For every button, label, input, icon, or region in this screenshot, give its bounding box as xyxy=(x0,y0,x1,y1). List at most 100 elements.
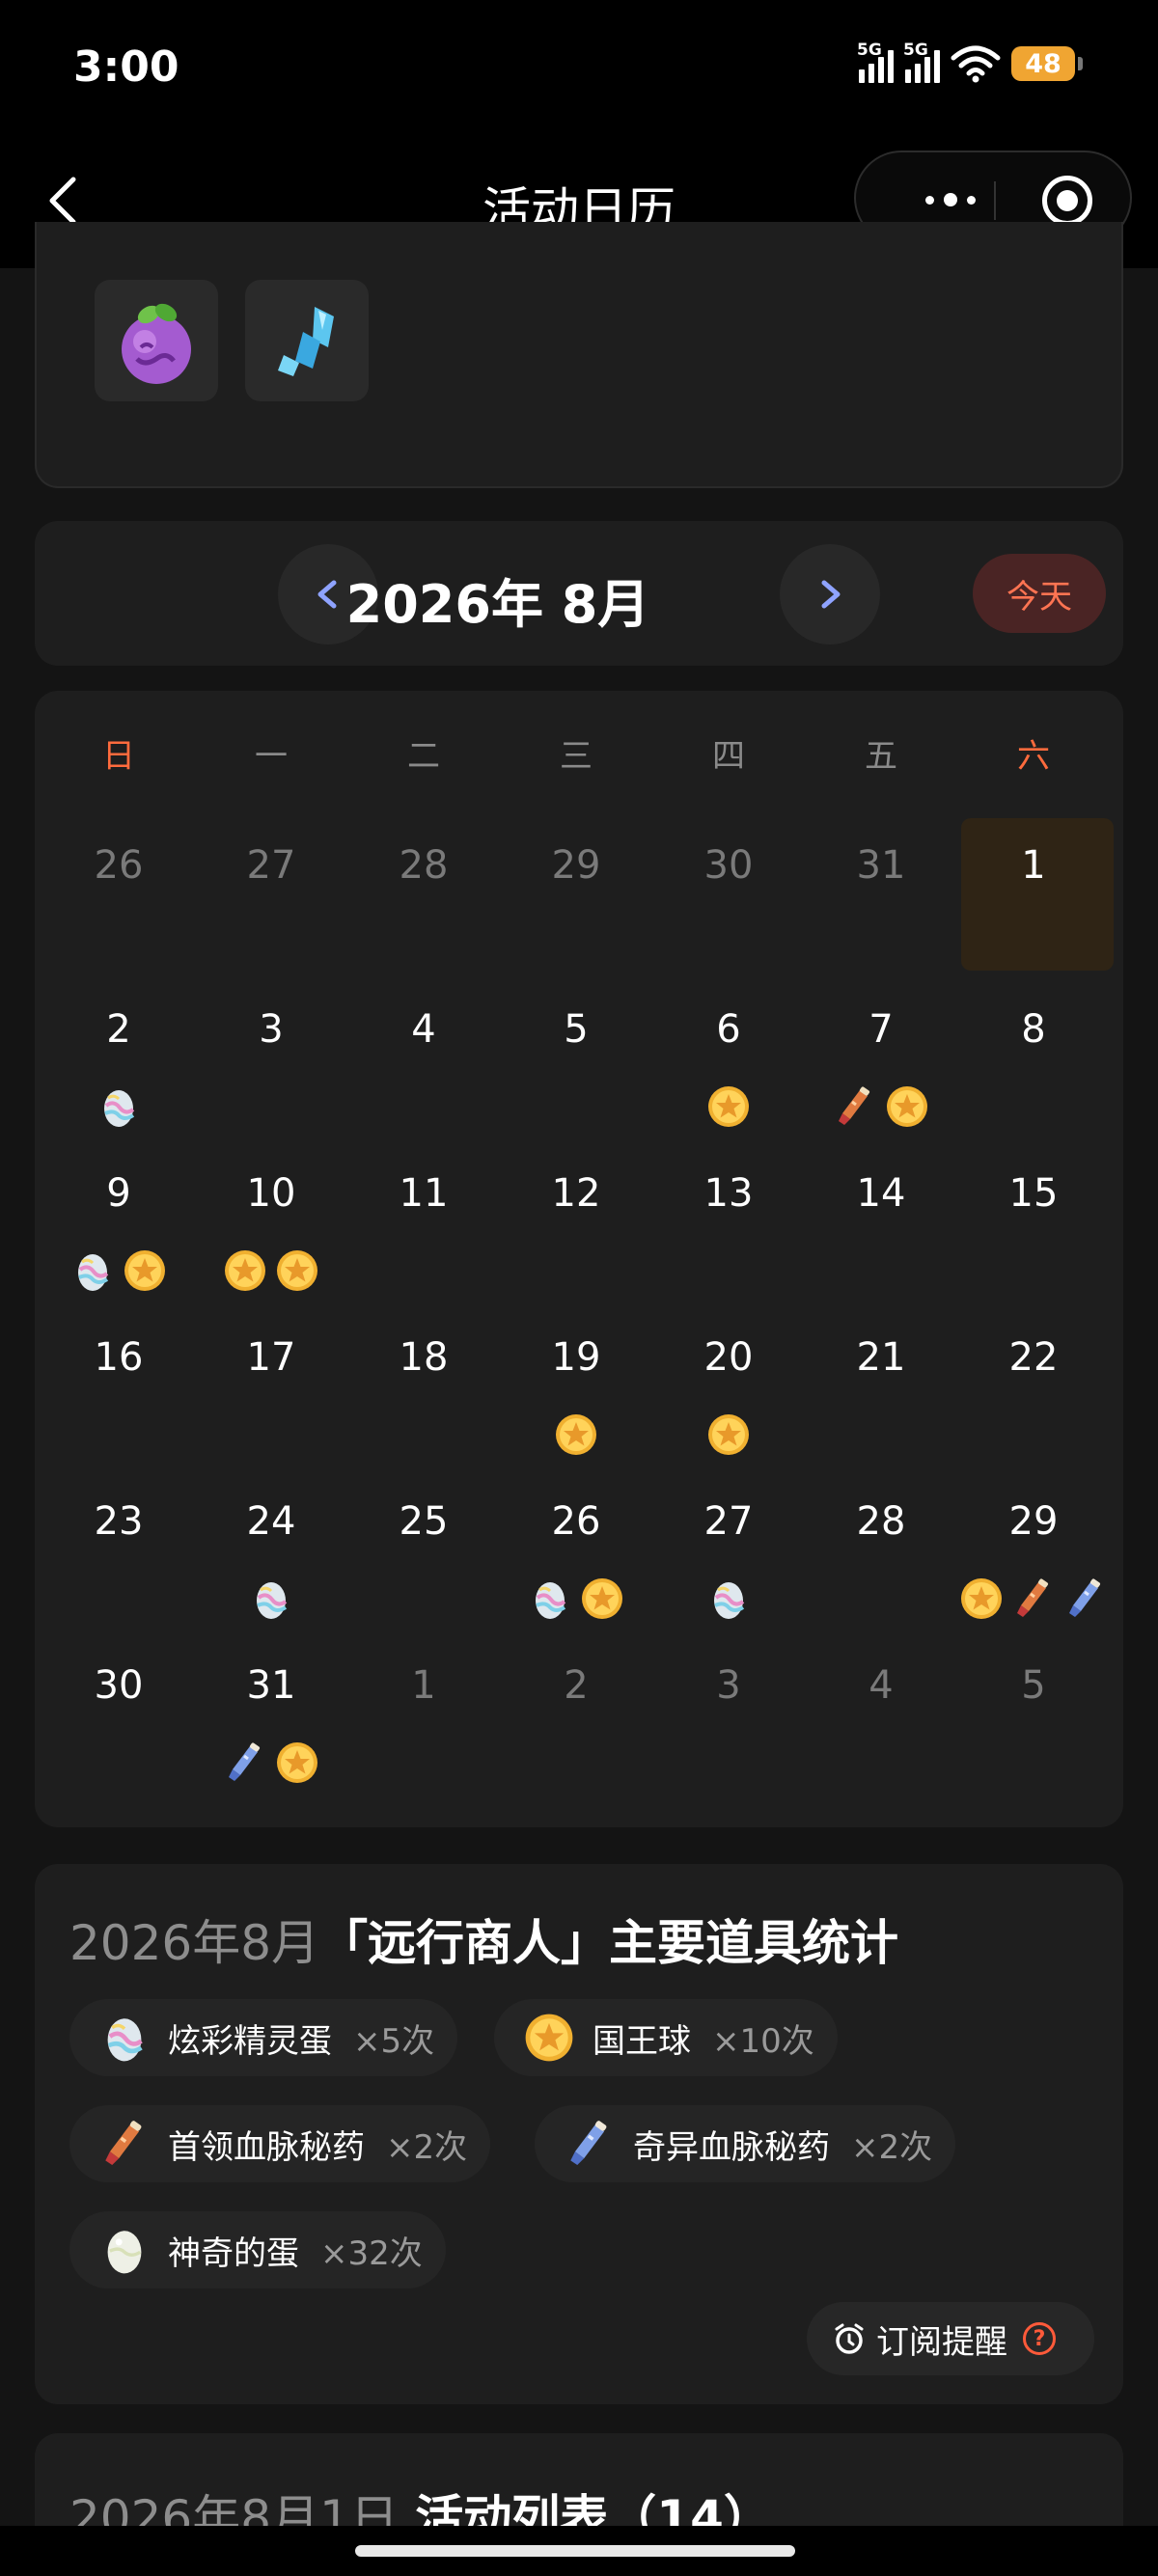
calendar-day[interactable]: 31 xyxy=(195,1634,347,1798)
king-ball-icon xyxy=(552,1411,600,1459)
calendar-day[interactable]: 17 xyxy=(195,1306,347,1470)
calendar-day[interactable]: 25 xyxy=(347,1470,500,1634)
stats-item[interactable]: 国王球 ×10次 xyxy=(494,1999,838,2076)
status-time: 3:00 xyxy=(73,42,179,92)
calendar-day[interactable]: 15 xyxy=(957,1142,1110,1306)
calendar-day[interactable]: 3 xyxy=(195,978,347,1142)
calendar-day[interactable]: 29 xyxy=(957,1470,1110,1634)
king-ball-icon xyxy=(273,1739,321,1787)
calendar-day[interactable]: 9 xyxy=(42,1142,195,1306)
stats-item[interactable]: 首领血脉秘药 ×2次 xyxy=(69,2105,491,2182)
calendar-day[interactable]: 1 xyxy=(957,814,1114,978)
calendar-day[interactable]: 31 xyxy=(805,814,957,978)
rainbow-egg-icon xyxy=(704,1575,753,1623)
weekday-header: 六 xyxy=(1017,737,1050,776)
calendar-day[interactable]: 14 xyxy=(805,1142,957,1306)
day-number: 18 xyxy=(399,1335,449,1380)
stats-title-main: 「远行商人」主要道具统计 xyxy=(319,1915,899,1971)
network-type-label: 5G xyxy=(857,41,882,60)
stats-item-name: 首领血脉秘药 xyxy=(168,2127,365,2167)
day-number: 3 xyxy=(716,1663,741,1708)
day-number: 23 xyxy=(94,1499,144,1544)
calendar-day[interactable]: 18 xyxy=(347,1306,500,1470)
day-item-icons xyxy=(195,1247,347,1295)
calendar-day[interactable]: 4 xyxy=(347,978,500,1142)
calendar-day[interactable]: 27 xyxy=(652,1470,805,1634)
king-ball-icon xyxy=(704,1082,753,1131)
item-tile[interactable] xyxy=(245,280,369,401)
calendar-day[interactable]: 1 xyxy=(347,1634,500,1798)
calendar-day[interactable]: 2 xyxy=(500,1634,652,1798)
more-dots-icon[interactable] xyxy=(893,176,1008,224)
calendar-day[interactable]: 27 xyxy=(195,814,347,978)
king-ball-icon xyxy=(121,1247,169,1295)
month-title: 2026年 8月 xyxy=(345,574,650,635)
day-number: 3 xyxy=(259,1007,284,1052)
day-number: 28 xyxy=(856,1499,906,1544)
calendar-day[interactable]: 30 xyxy=(652,814,805,978)
calendar-day[interactable]: 29 xyxy=(500,814,652,978)
network-type-label: 5G xyxy=(903,41,928,60)
leader-potion-icon xyxy=(831,1082,879,1131)
calendar-day[interactable]: 16 xyxy=(42,1306,195,1470)
calendar-day[interactable]: 26 xyxy=(42,814,195,978)
item-tile[interactable] xyxy=(95,280,218,401)
signal-icon: 5G xyxy=(857,41,894,83)
stats-item-name: 神奇的蛋 xyxy=(168,2233,299,2273)
day-item-icons xyxy=(805,1082,957,1131)
day-number: 2 xyxy=(564,1663,589,1708)
calendar-day[interactable]: 19 xyxy=(500,1306,652,1470)
stats-item-name: 奇异血脉秘药 xyxy=(633,2127,830,2167)
today-button[interactable]: 今天 xyxy=(973,554,1106,633)
calendar-day[interactable]: 6 xyxy=(652,978,805,1142)
calendar-day[interactable]: 21 xyxy=(805,1306,957,1470)
calendar-day[interactable]: 26 xyxy=(500,1470,652,1634)
calendar-day[interactable]: 5 xyxy=(957,1634,1110,1798)
target-icon[interactable] xyxy=(1042,176,1092,226)
next-month-button[interactable] xyxy=(780,544,880,644)
day-number: 25 xyxy=(399,1499,449,1544)
home-indicator[interactable] xyxy=(355,2545,795,2557)
calendar-day[interactable]: 23 xyxy=(42,1470,195,1634)
day-item-icons xyxy=(652,1082,805,1131)
reward-card xyxy=(35,222,1123,488)
calendar-day[interactable]: 4 xyxy=(805,1634,957,1798)
stats-item-count: ×32次 xyxy=(320,2233,423,2273)
day-number: 8 xyxy=(1021,1007,1046,1052)
day-item-icons xyxy=(42,1082,195,1131)
strange-potion-icon xyxy=(1062,1575,1110,1623)
calendar-day[interactable]: 12 xyxy=(500,1142,652,1306)
calendar-grid: 日一二三四五六 26 27 28 29 30 31 1 2 3 4 5 6 7 8 9 10 11 12 13 14 15… xyxy=(35,691,1123,1827)
calendar-day[interactable]: 3 xyxy=(652,1634,805,1798)
calendar-day[interactable]: 2 xyxy=(42,978,195,1142)
calendar-day[interactable]: 28 xyxy=(347,814,500,978)
stats-item-count: ×2次 xyxy=(851,2127,933,2167)
calendar-day[interactable]: 30 xyxy=(42,1634,195,1798)
calendar-day[interactable]: 22 xyxy=(957,1306,1110,1470)
day-number: 28 xyxy=(399,843,449,888)
day-number: 15 xyxy=(1008,1171,1059,1216)
stats-item-name: 国王球 xyxy=(593,2021,691,2061)
weekday-header: 一 xyxy=(255,737,288,776)
capsule-divider xyxy=(994,181,996,220)
stats-item[interactable]: 奇异血脉秘药 ×2次 xyxy=(535,2105,956,2182)
calendar-day[interactable]: 11 xyxy=(347,1142,500,1306)
help-icon[interactable]: ? xyxy=(1023,2322,1056,2355)
weekday-header: 五 xyxy=(865,737,897,776)
calendar-day[interactable]: 7 xyxy=(805,978,957,1142)
calendar-day[interactable]: 28 xyxy=(805,1470,957,1634)
alarm-clock-icon xyxy=(832,2321,867,2356)
calendar-day[interactable]: 20 xyxy=(652,1306,805,1470)
calendar-day[interactable]: 10 xyxy=(195,1142,347,1306)
stats-item[interactable]: 神奇的蛋 ×32次 xyxy=(69,2211,446,2288)
leader-potion-icon xyxy=(96,2116,152,2172)
calendar-day[interactable]: 24 xyxy=(195,1470,347,1634)
subscribe-button[interactable]: 订阅提醒 ? xyxy=(807,2302,1094,2375)
king-ball-icon xyxy=(221,1247,269,1295)
stats-item[interactable]: 炫彩精灵蛋 ×5次 xyxy=(69,1999,458,2076)
calendar-day[interactable]: 13 xyxy=(652,1142,805,1306)
day-number: 7 xyxy=(868,1007,894,1052)
calendar-day[interactable]: 5 xyxy=(500,978,652,1142)
day-number: 22 xyxy=(1008,1335,1059,1380)
calendar-day[interactable]: 8 xyxy=(957,978,1110,1142)
